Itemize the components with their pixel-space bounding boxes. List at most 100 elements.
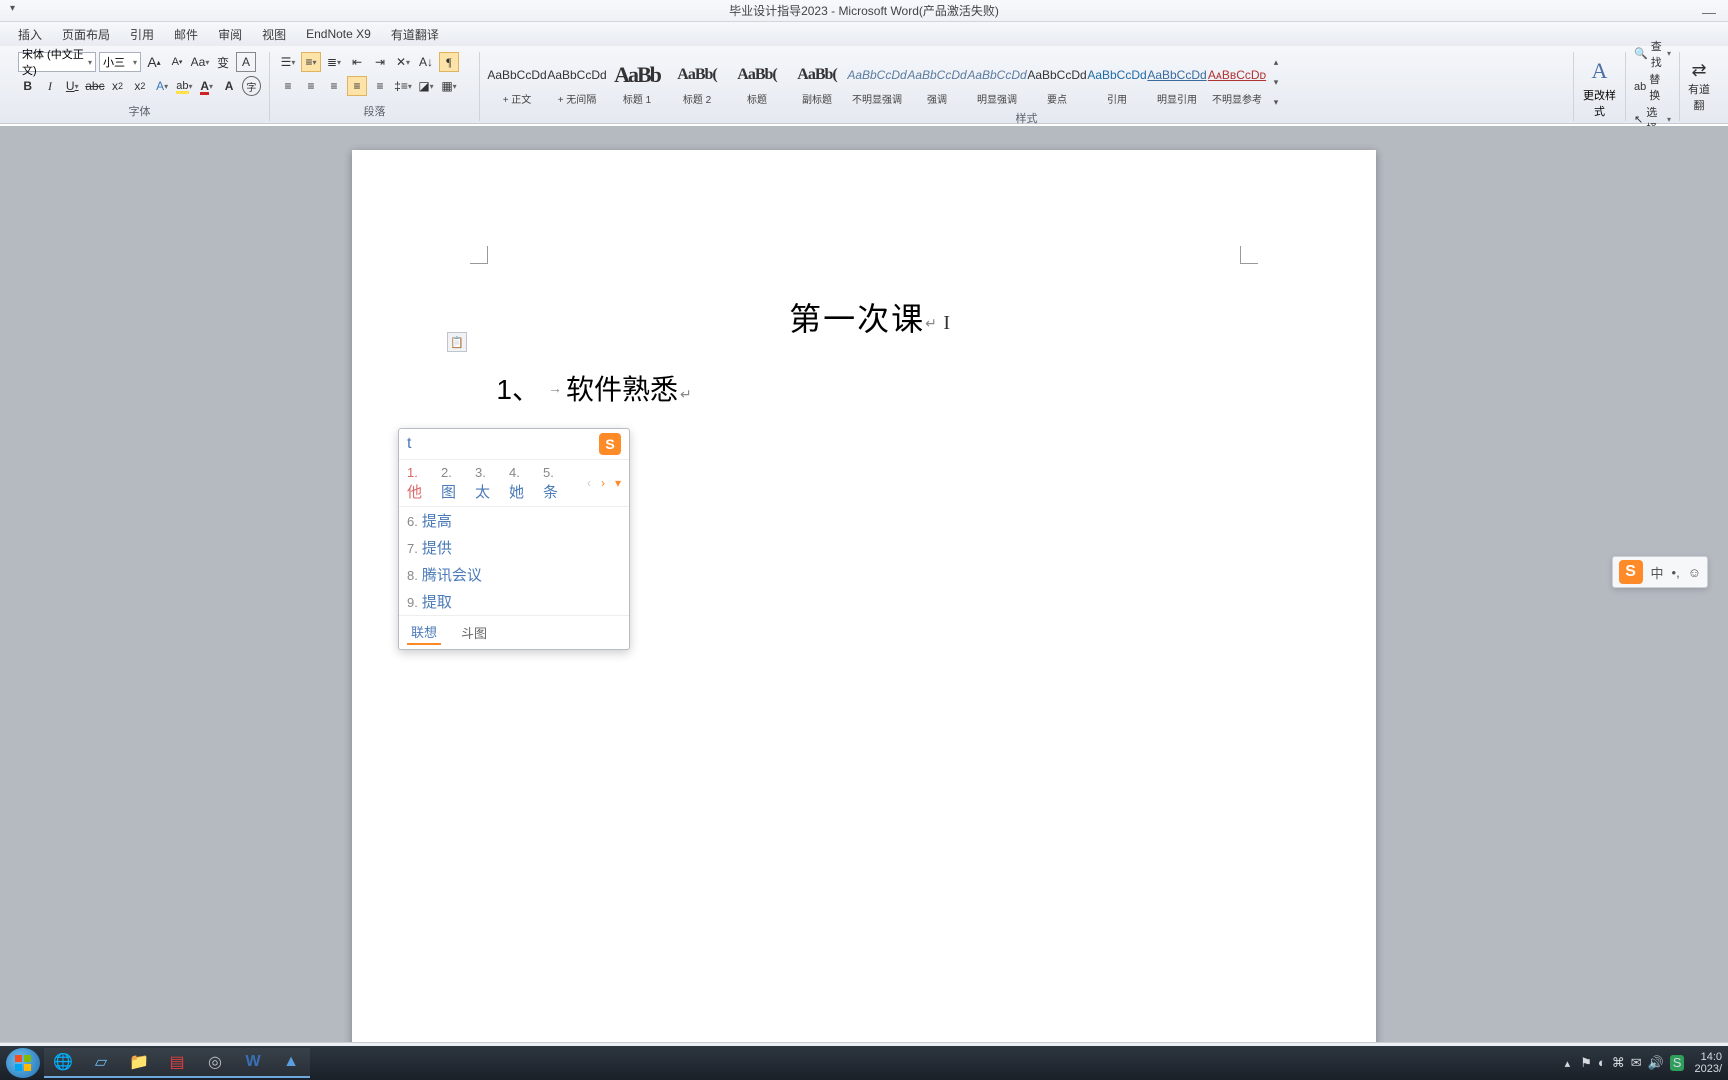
style-heading2[interactable]: AaBb(标题 2 [668,52,726,112]
ime-candidate-9[interactable]: 9.提取 [399,588,629,615]
numbering-button[interactable]: ≡▾ [301,52,321,72]
text-effects-button[interactable]: A▾ [152,76,171,96]
style-subtle-emphasis[interactable]: AaBbCcDd不明显强调 [848,52,906,112]
taskbar-app1[interactable]: ▱ [82,1048,120,1078]
align-center-button[interactable]: ≡ [301,76,321,96]
tray-icon[interactable]: ◐ [1598,1055,1606,1071]
asian-layout-button[interactable]: ✕▾ [393,52,413,72]
enclose-char-button[interactable]: 字 [242,76,261,96]
replace-button[interactable]: ab替换 [1634,71,1671,103]
style-strong[interactable]: AaBbCcDd要点 [1028,52,1086,112]
tray-icon[interactable]: ⚑ [1580,1055,1592,1071]
align-distribute-button[interactable]: ≡ [370,76,390,96]
taskbar-pdf[interactable]: ▤ [158,1048,196,1078]
multilevel-button[interactable]: ≣▾ [324,52,344,72]
taskbar-ie[interactable]: 🌐 [44,1048,82,1078]
menu-pagelayout[interactable]: 页面布局 [62,26,110,43]
subscript-button[interactable]: x2 [108,76,127,96]
tray-icon[interactable]: ⌘ [1612,1055,1625,1071]
shading-button[interactable]: ◪▾ [416,76,436,96]
font-name-select[interactable]: 宋体 (中文正文)▾ [18,52,96,72]
align-left-button[interactable]: ≡ [278,76,298,96]
ime-candidate-3[interactable]: 3.太 [475,464,499,502]
sogou-logo-icon[interactable]: S [1619,560,1643,584]
menu-youdao[interactable]: 有道翻译 [391,26,439,43]
sogou-emoji-icon[interactable]: ☺ [1688,565,1701,580]
style-quote[interactable]: AaBbCcDd引用 [1088,52,1146,112]
tray-icon[interactable]: S [1670,1055,1685,1071]
ime-expand-icon[interactable]: ▾ [615,476,621,490]
decrease-indent-button[interactable]: ⇤ [347,52,367,72]
menu-view[interactable]: 视图 [262,26,286,43]
document-area[interactable]: 📋 第一次课↵ I 1、 → 软件熟悉↵ 2、 → [0,126,1728,1046]
style-subtitle[interactable]: AaBb(副标题 [788,52,846,112]
style-intense-quote[interactable]: AaBbCcDd明显引用 [1148,52,1206,112]
tray-clock[interactable]: 14:0 2023/ [1694,1051,1722,1075]
ime-next-icon[interactable]: › [601,476,605,490]
style-subtle-reference[interactable]: AᴀBʙCᴄDᴅ不明显参考 [1208,52,1266,112]
superscript-button[interactable]: x2 [130,76,149,96]
sogou-logo-icon[interactable]: S [599,433,621,455]
highlight-button[interactable]: ab▾ [175,76,194,96]
taskbar-app3[interactable]: ▲ [272,1048,310,1078]
start-button[interactable] [6,1048,40,1078]
menu-endnote[interactable]: EndNote X9 [306,27,371,41]
ime-tab-doutu[interactable]: 斗图 [457,621,491,644]
sogou-lang[interactable]: 中 [1651,563,1664,582]
style-normal[interactable]: AaBbCcDd+ 正文 [488,52,546,112]
underline-button[interactable]: U▾ [63,76,82,96]
style-nospacing[interactable]: AaBbCcDd+ 无间隔 [548,52,606,112]
font-color-button[interactable]: A▾ [197,76,216,96]
style-heading1[interactable]: AaBb标题 1 [608,52,666,112]
sogou-punct[interactable]: •, [1672,565,1680,580]
tray-icon[interactable]: ✉ [1631,1055,1642,1071]
ime-candidate-6[interactable]: 6.提高 [399,507,629,534]
youdao-translate-button[interactable]: ⇄ 有道翻 [1688,60,1710,113]
borders-button[interactable]: ▦▾ [439,76,459,96]
align-justify-button[interactable]: ≡ [347,76,367,96]
char-border-button[interactable]: A [236,52,256,72]
change-style-button[interactable]: A 更改样式 [1582,55,1617,119]
sogou-float-bar[interactable]: S 中 •, ☺ [1612,556,1708,588]
strikethrough-button[interactable]: abc [85,76,105,96]
align-right-button[interactable]: ≡ [324,76,344,96]
menu-insert[interactable]: 插入 [18,26,42,43]
sort-button[interactable]: A↓ [416,52,436,72]
menu-references[interactable]: 引用 [130,26,154,43]
ime-candidate-4[interactable]: 4.她 [509,464,533,502]
change-case-button[interactable]: Aa▾ [190,52,210,72]
taskbar-app2[interactable]: ◎ [196,1048,234,1078]
tray-expand-icon[interactable]: ▴ [1565,1057,1571,1070]
phonetic-button[interactable]: 变 [213,52,233,72]
style-title[interactable]: AaBb(标题 [728,52,786,112]
paste-options-icon[interactable]: 📋 [447,332,467,352]
style-intense-emphasis[interactable]: AaBbCcDd明显强调 [968,52,1026,112]
ime-candidate-box[interactable]: t S 1.他 2.图 3.太 4.她 5.条 ‹ › ▾ 6.提高 7.提供 … [398,428,630,650]
ime-candidate-5[interactable]: 5.条 [543,464,567,502]
ime-candidate-1[interactable]: 1.他 [407,464,431,502]
styles-more-button[interactable]: ▴▾▾ [1268,52,1284,112]
ime-prev-icon[interactable]: ‹ [587,476,591,490]
menu-review[interactable]: 审阅 [218,26,242,43]
find-button[interactable]: 🔍查找 ▾ [1634,38,1671,70]
quick-access-dropdown[interactable]: ▾ [10,3,15,14]
taskbar-explorer[interactable]: 📁 [120,1048,158,1078]
shrink-font-button[interactable]: A▾ [167,52,187,72]
char-shading-button[interactable]: A [219,76,238,96]
document-title[interactable]: 第一次课↵ I [488,294,1240,340]
ime-tab-assoc[interactable]: 联想 [407,620,441,645]
minimize-button[interactable]: — [1702,4,1716,20]
line-spacing-button[interactable]: ‡≡▾ [393,76,413,96]
grow-font-button[interactable]: A▴ [144,52,164,72]
list-item-1[interactable]: 1、 → 软件熟悉↵ [488,368,1240,408]
tray-icon[interactable]: 🔊 [1648,1055,1664,1071]
menu-mailings[interactable]: 邮件 [174,26,198,43]
taskbar-word[interactable]: W [234,1048,272,1078]
ime-candidate-2[interactable]: 2.图 [441,464,465,502]
bold-button[interactable]: B [18,76,37,96]
ime-candidate-7[interactable]: 7.提供 [399,534,629,561]
show-marks-button[interactable]: ¶ [439,52,459,72]
increase-indent-button[interactable]: ⇥ [370,52,390,72]
style-emphasis[interactable]: AaBbCcDd强调 [908,52,966,112]
bullets-button[interactable]: ☰▾ [278,52,298,72]
